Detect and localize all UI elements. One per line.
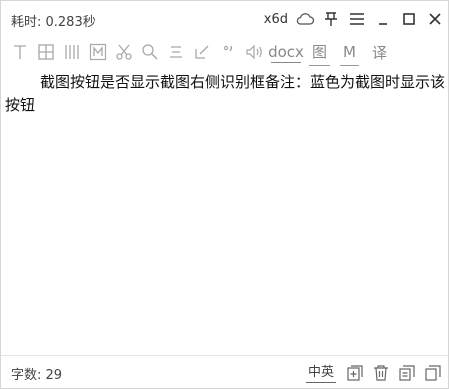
engine-label[interactable]: x6d <box>264 12 288 27</box>
char-count: 字数: 29 <box>11 368 63 383</box>
title-controls: x6d <box>264 1 448 37</box>
status-actions: 中英 <box>305 360 446 386</box>
search-icon[interactable] <box>137 39 163 65</box>
columns-icon[interactable] <box>59 39 85 65</box>
minimize-icon[interactable] <box>370 6 396 32</box>
markdown-button[interactable]: M <box>340 39 359 66</box>
scissors-icon[interactable] <box>111 39 137 65</box>
table-icon[interactable] <box>33 39 59 65</box>
align-lines-icon[interactable] <box>163 39 189 65</box>
copy-text-icon[interactable] <box>394 360 420 386</box>
ocr-window: 耗时: 0.283秒 x6d docx 图 M 译 截图按钮是否显示截图右侧识别… <box>0 0 449 389</box>
copy-icon[interactable] <box>420 360 446 386</box>
image-mode-button[interactable]: 图 <box>309 39 331 66</box>
edit-box-icon[interactable] <box>189 39 215 65</box>
trash-icon[interactable] <box>368 360 394 386</box>
add-copy-icon[interactable] <box>342 360 368 386</box>
elapsed-time-label: 耗时: 0.283秒 <box>11 15 96 30</box>
speaker-icon[interactable] <box>241 39 267 65</box>
menu-icon[interactable] <box>344 6 370 32</box>
translate-button[interactable]: 译 <box>369 39 390 65</box>
docx-button[interactable]: docx <box>268 42 304 63</box>
maximize-icon[interactable] <box>396 6 422 32</box>
merge-m-icon[interactable] <box>85 39 111 65</box>
cloud-icon[interactable] <box>292 6 318 32</box>
title-bar: 耗时: 0.283秒 x6d <box>1 1 448 37</box>
pin-icon[interactable] <box>318 6 344 32</box>
toolbar: docx 图 M 译 <box>7 39 443 66</box>
text-cursor-icon[interactable] <box>7 39 33 65</box>
close-icon[interactable] <box>422 6 448 32</box>
ocr-result-text[interactable]: 截图按钮是否显示截图右侧识别框备注：蓝色为截图时显示该按钮 <box>5 71 445 117</box>
status-bar: 字数: 29 中英 <box>1 355 448 389</box>
punctuation-icon[interactable] <box>215 39 241 65</box>
language-toggle[interactable]: 中英 <box>305 364 336 383</box>
